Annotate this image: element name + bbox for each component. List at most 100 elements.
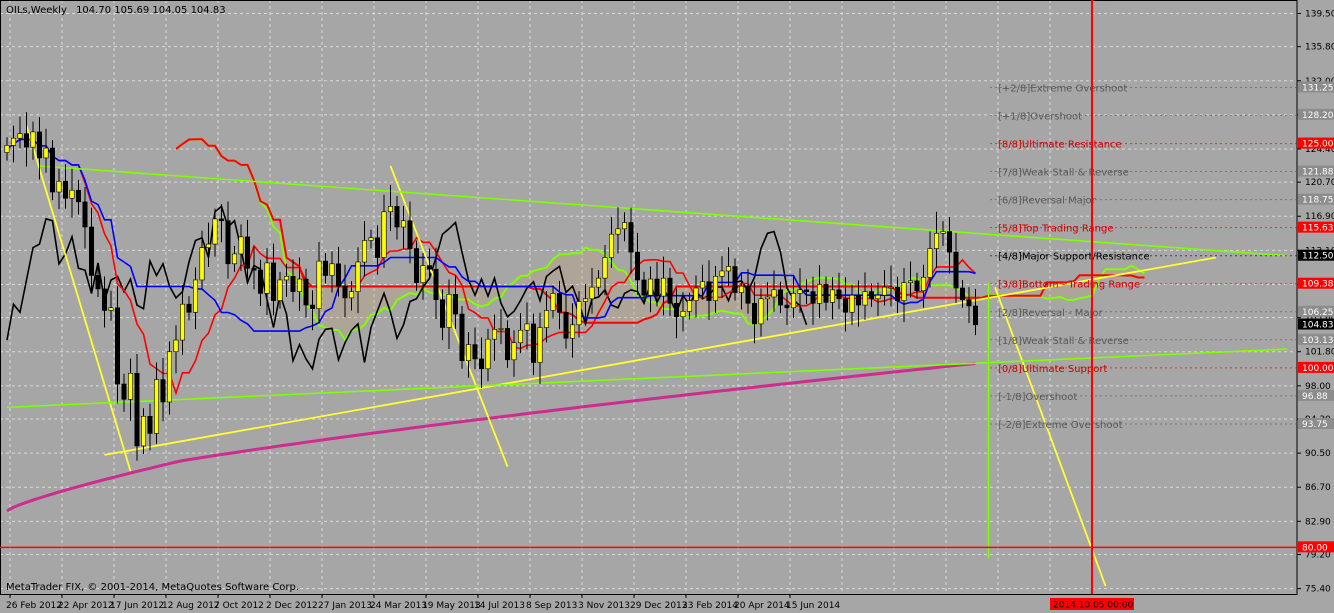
price-tag-label: 96.88	[1302, 392, 1328, 402]
candle-body	[30, 131, 36, 148]
candle-body	[102, 288, 108, 311]
candle-body	[829, 289, 835, 303]
candle-body	[771, 289, 777, 298]
candle-body	[290, 276, 296, 292]
x-tick-label: 19 May 2013	[422, 601, 481, 611]
candle-body	[413, 248, 419, 283]
candle-body	[920, 276, 926, 292]
y-tick-label: 116.90	[1305, 212, 1334, 222]
candle-body	[49, 147, 55, 193]
y-tick-label: 82.90	[1305, 517, 1331, 527]
price-chart[interactable]: [+2/8]Extreme Overshoot [+1/8]Overshoot [8…	[0, 0, 1334, 613]
candle-body	[212, 218, 218, 245]
candle-body	[95, 275, 101, 290]
candle-body	[446, 294, 452, 328]
candle-body	[563, 311, 569, 339]
candle-body	[686, 300, 692, 312]
candle-body	[394, 206, 400, 228]
candle-body	[69, 189, 75, 199]
candle-body	[972, 305, 978, 326]
candle-body	[589, 286, 595, 300]
candle-body	[82, 201, 88, 228]
candle-body	[128, 372, 134, 400]
price-tag-label: 109.38	[1302, 280, 1334, 290]
candle-body	[621, 222, 627, 230]
murrey-level-label: [1/8]Weak Stall & Reverse	[998, 336, 1129, 347]
candle	[49, 139, 55, 201]
cursor-date-label: 2014.10.05 00:00	[1053, 601, 1134, 611]
price-tag-label: 80.00	[1302, 543, 1328, 553]
x-tick-label: 15 Jun 2014	[786, 601, 840, 611]
candle-body	[816, 284, 822, 304]
candle-body	[108, 307, 114, 311]
candle-body	[940, 231, 946, 234]
copyright-text: MetaTrader FIX, © 2001-2014, MetaQuotes …	[6, 582, 299, 593]
candle-body	[569, 324, 575, 339]
candle-body	[232, 253, 238, 265]
candle-body	[186, 303, 192, 313]
candle-body	[160, 379, 166, 403]
murrey-level-label: [2/8]Reversal - Major	[998, 308, 1103, 319]
candle-body	[628, 222, 634, 253]
candle-body	[667, 277, 673, 304]
candle-body	[498, 328, 504, 330]
candle-body	[257, 269, 263, 294]
candle-body	[790, 293, 796, 309]
candle-body	[329, 263, 335, 276]
candle-body	[387, 206, 393, 213]
candle-body	[797, 289, 803, 294]
x-tick-label: 12 Aug 2012	[162, 601, 220, 611]
candle-body	[953, 251, 959, 289]
candle-body	[901, 282, 907, 301]
candle-body	[849, 294, 855, 313]
candle-body	[465, 344, 471, 362]
candle-body	[193, 279, 199, 313]
candle-body	[141, 416, 147, 447]
price-tag-label: 121.88	[1302, 168, 1334, 178]
candle-body	[439, 299, 445, 328]
candle-body	[36, 131, 42, 159]
symbol-label: OILs,Weekly	[6, 5, 67, 16]
candle-body	[868, 291, 874, 300]
candle-body	[680, 311, 686, 318]
x-tick-label: 3 Nov 2013	[578, 601, 630, 611]
x-tick-label: 23 Feb 2014	[682, 601, 738, 611]
candle-body	[608, 233, 614, 258]
candle-body	[823, 284, 829, 303]
price-tag-label: 115.63	[1302, 224, 1334, 234]
candle-body	[504, 328, 510, 361]
candle-body	[862, 291, 868, 306]
candle-body	[485, 338, 491, 370]
candle-body	[316, 260, 322, 309]
candle-body	[56, 180, 62, 193]
candle-body	[238, 236, 244, 255]
ohlc-values: 104.70 105.69 104.05 104.83	[76, 5, 226, 16]
y-tick-label: 120.70	[1305, 178, 1334, 188]
candle-body	[550, 293, 556, 311]
candle-body	[693, 287, 699, 301]
candle-body	[296, 278, 302, 292]
candle-body	[43, 147, 49, 159]
price-tag-label: 118.75	[1302, 196, 1334, 206]
candle-body	[836, 289, 842, 300]
candle-body	[167, 351, 173, 403]
y-tick-label: 101.80	[1305, 348, 1334, 358]
candle-body	[524, 323, 530, 331]
candle-body	[322, 260, 328, 276]
murrey-level-label: [7/8]Weak Stall & Reverse	[998, 168, 1129, 179]
candle-body	[582, 298, 588, 302]
candle-body	[660, 277, 666, 297]
candle-body	[810, 291, 816, 304]
candle-body	[654, 278, 660, 297]
candle-body	[219, 218, 225, 222]
murrey-level-label: [8/8]Ultimate Resistance	[998, 140, 1122, 151]
candle-body	[758, 298, 764, 325]
candle-body	[576, 301, 582, 326]
candle-body	[888, 286, 894, 289]
candle-body	[537, 327, 543, 363]
candle-body	[433, 268, 439, 300]
candle-body	[374, 237, 380, 258]
price-tag-label: 106.25	[1302, 308, 1334, 318]
candle-body	[517, 329, 523, 344]
candle-body	[745, 285, 751, 304]
